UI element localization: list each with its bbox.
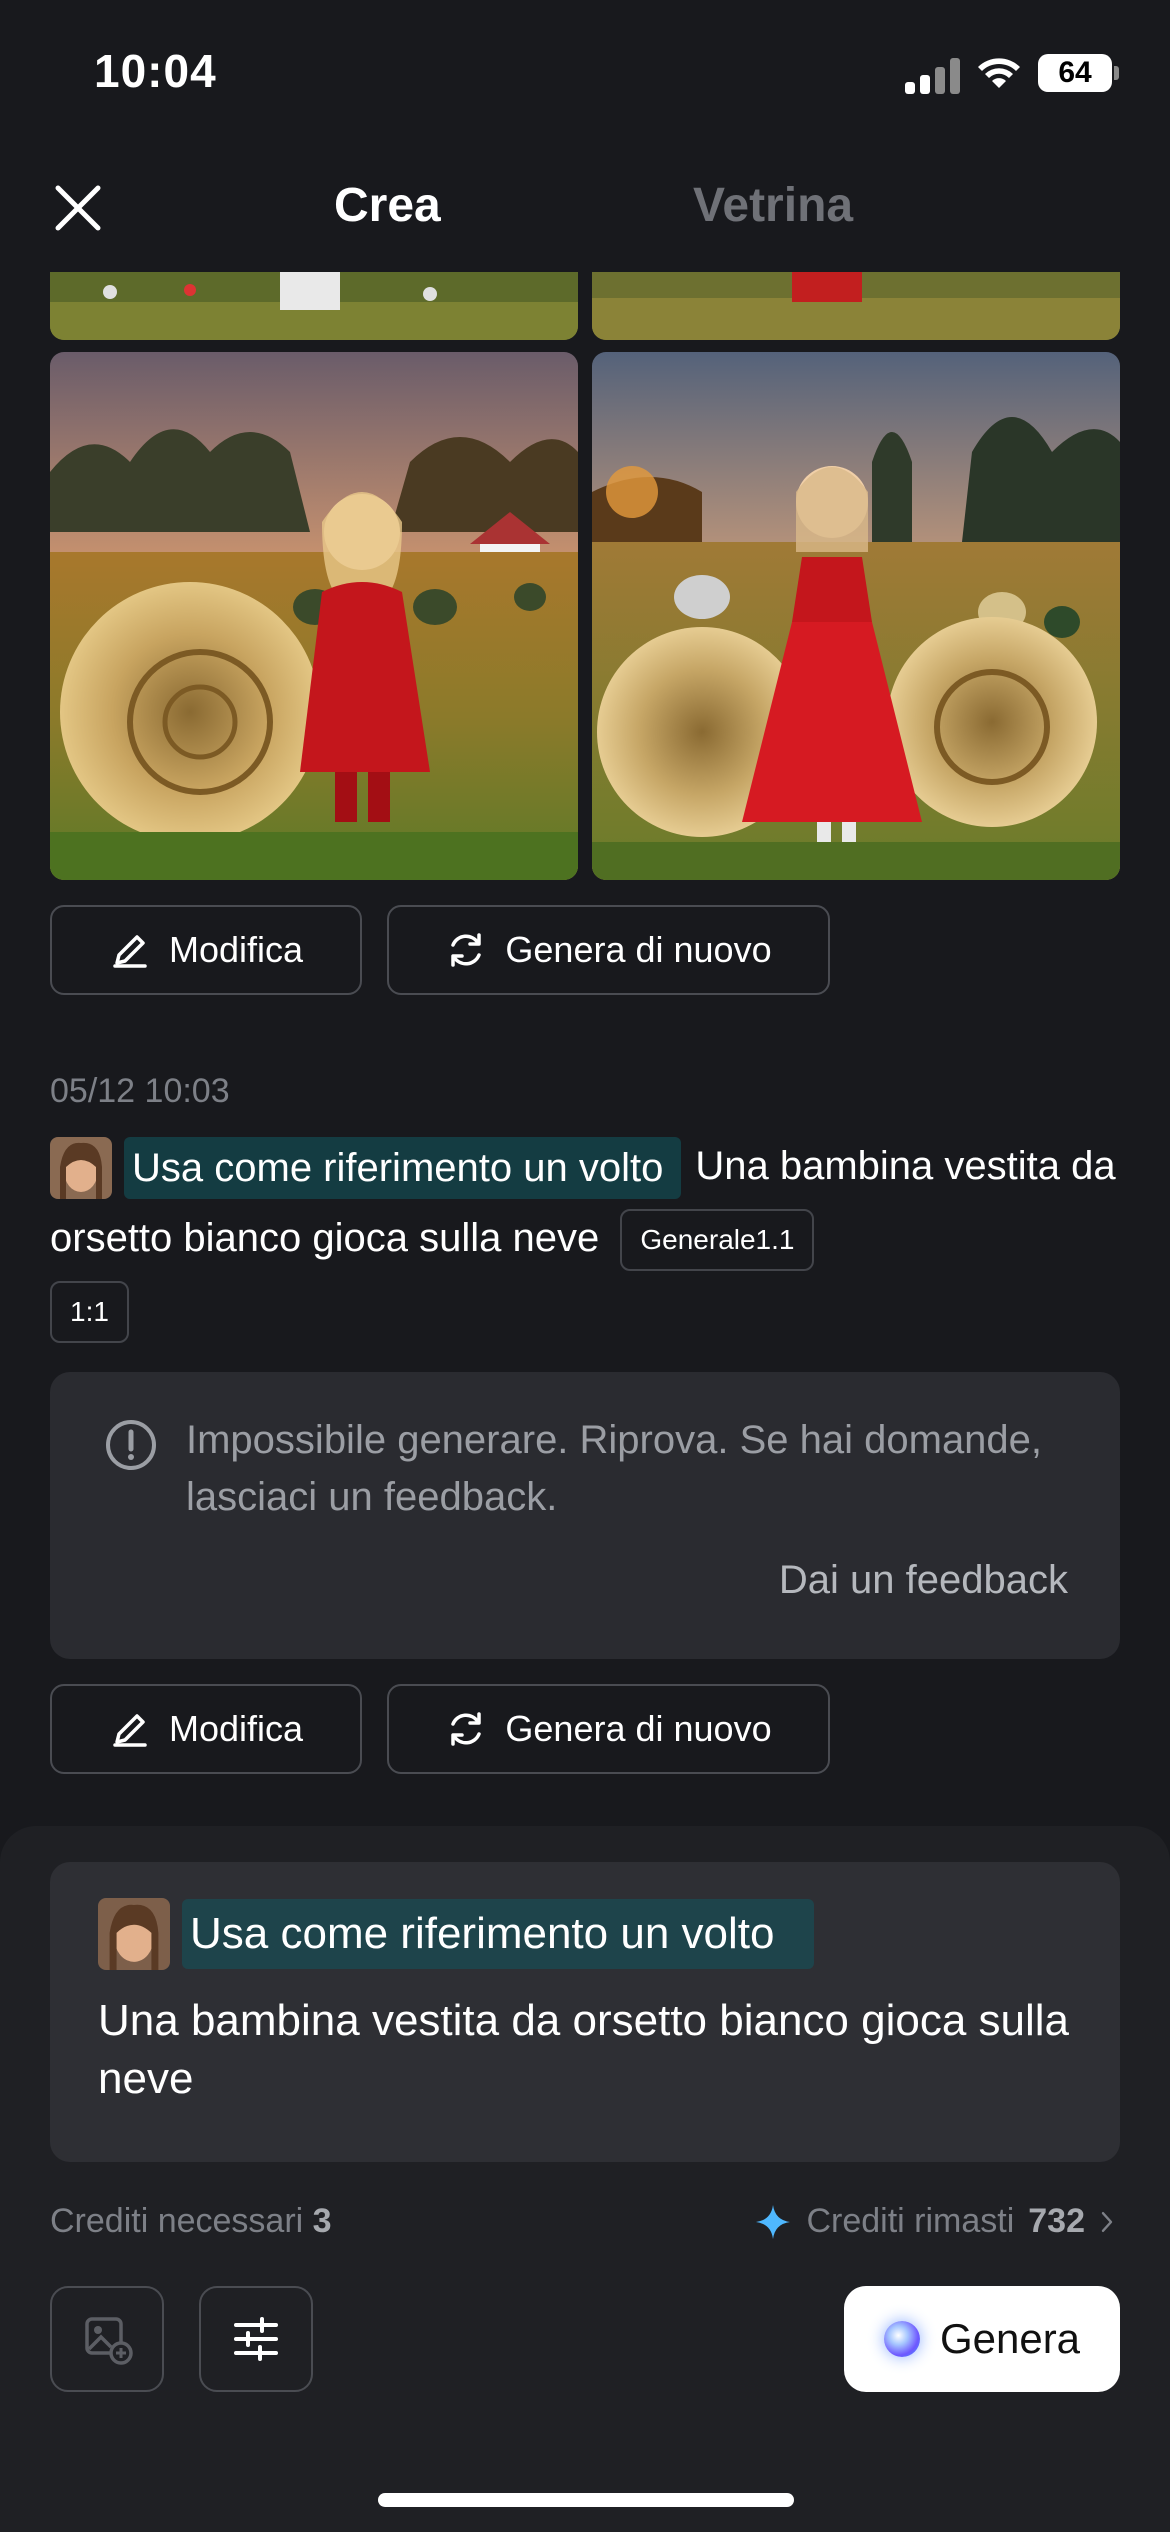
credits-left-value: 732 bbox=[1028, 2202, 1085, 2240]
edit-label: Modifica bbox=[168, 1708, 304, 1749]
credits-left[interactable]: Crediti rimasti 732 bbox=[754, 2202, 1115, 2241]
face-reference-chip[interactable]: Usa come riferimento un volto bbox=[182, 1899, 815, 1969]
regenerate-label: Genera di nuovo bbox=[505, 929, 772, 970]
message-timestamp: 05/12 10:03 bbox=[50, 1072, 230, 1110]
credits-needed: Crediti necessari 3 bbox=[50, 2202, 332, 2241]
error-message: Impossibile generare. Riprova. Se hai do… bbox=[186, 1418, 1043, 1519]
error-card: Impossibile generare. Riprova. Se hai do… bbox=[50, 1372, 1120, 1659]
settings-button[interactable] bbox=[199, 2286, 313, 2392]
status-time: 10:04 bbox=[94, 45, 217, 97]
credits-left-label: Crediti rimasti bbox=[806, 2202, 1015, 2240]
credits-needed-label: Crediti necessari bbox=[50, 2202, 304, 2240]
generated-image-2[interactable] bbox=[592, 352, 1120, 880]
ai-orb-icon bbox=[883, 2321, 920, 2357]
message-prompt: Usa come riferimento un volto Una bambina… bbox=[50, 1130, 1130, 1346]
face-reference-avatar[interactable] bbox=[98, 1898, 170, 1970]
face-reference-row: Usa come riferimento un volto bbox=[98, 1898, 828, 1970]
tab-crea[interactable]: Crea bbox=[334, 178, 441, 233]
edit-label: Modifica bbox=[168, 929, 304, 970]
pencil-icon bbox=[113, 1714, 147, 1747]
feedback-link[interactable]: Dai un feedback bbox=[779, 1558, 1068, 1603]
wifi-icon bbox=[978, 58, 1020, 88]
generate-label: Genera bbox=[939, 2315, 1081, 2362]
refresh-icon bbox=[451, 1712, 482, 1746]
expand-icon[interactable] bbox=[522, 826, 578, 880]
close-icon[interactable] bbox=[52, 182, 104, 234]
status-bar: 10:04 64 bbox=[0, 0, 1170, 150]
regenerate-button[interactable]: Genera di nuovo bbox=[387, 1684, 830, 1774]
prompt-input[interactable]: Usa come riferimento un volto Una bambin… bbox=[50, 1862, 1120, 2162]
generate-button[interactable]: Genera bbox=[844, 2286, 1120, 2392]
alert-circle-icon bbox=[106, 1420, 156, 1470]
add-image-button[interactable] bbox=[50, 2286, 164, 2392]
add-image-icon bbox=[85, 2317, 133, 2365]
pencil-icon bbox=[113, 935, 147, 968]
cellular-signal-icon bbox=[905, 58, 961, 94]
refresh-icon bbox=[451, 933, 482, 967]
expand-icon[interactable] bbox=[1054, 278, 1120, 340]
model-tag: Generale1.1 bbox=[620, 1209, 815, 1272]
face-reference-avatar bbox=[50, 1137, 112, 1200]
ratio-tag: 1:1 bbox=[50, 1281, 129, 1344]
battery-nub bbox=[1114, 66, 1119, 80]
edit-button[interactable]: Modifica bbox=[50, 905, 362, 995]
regenerate-button[interactable]: Genera di nuovo bbox=[387, 905, 830, 995]
face-reference-chip: Usa come riferimento un volto bbox=[124, 1137, 682, 1200]
battery-indicator: 64 bbox=[1038, 54, 1112, 92]
credits-needed-value: 3 bbox=[312, 2202, 332, 2240]
chevron-right-icon bbox=[1101, 2211, 1113, 2232]
edit-button[interactable]: Modifica bbox=[50, 1684, 362, 1774]
sparkle-icon bbox=[756, 2204, 791, 2239]
previous-image-left[interactable] bbox=[50, 272, 578, 340]
prompt-input-text[interactable]: Una bambina vestita da orsetto bianco gi… bbox=[98, 1992, 1088, 2108]
previous-image-right[interactable] bbox=[592, 272, 1120, 340]
tab-vetrina[interactable]: Vetrina bbox=[693, 178, 853, 233]
sliders-icon bbox=[234, 2317, 278, 2361]
home-indicator[interactable] bbox=[378, 2493, 794, 2507]
generated-image-1[interactable] bbox=[50, 352, 578, 880]
regenerate-label: Genera di nuovo bbox=[505, 1708, 772, 1749]
expand-icon[interactable] bbox=[1054, 826, 1120, 880]
expand-icon[interactable] bbox=[522, 278, 578, 340]
